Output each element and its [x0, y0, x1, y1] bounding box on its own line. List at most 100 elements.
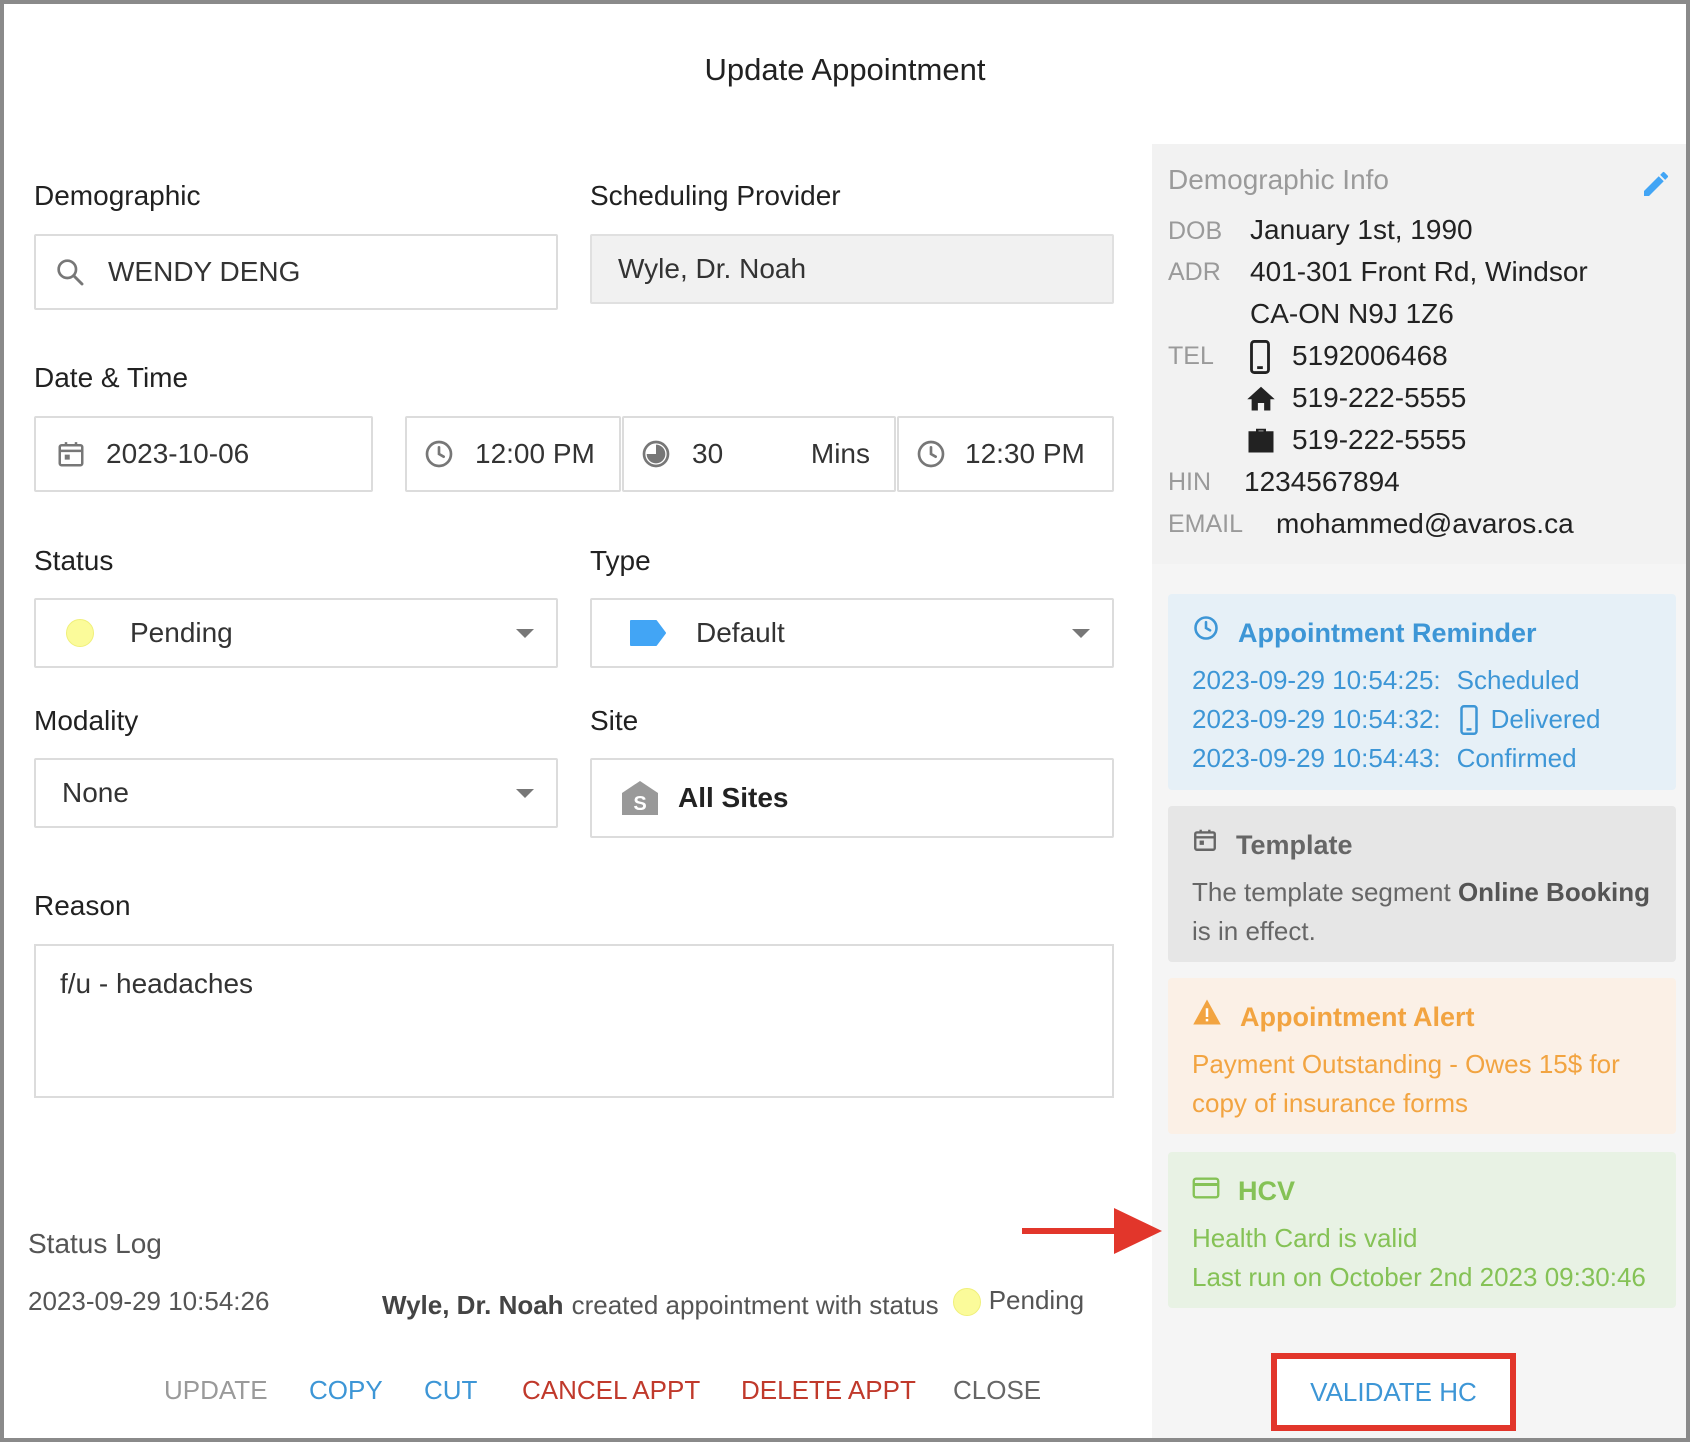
site-building-icon: S [620, 779, 660, 817]
scheduling-provider-value: Wyle, Dr. Noah [618, 253, 807, 284]
mobile-phone-icon [1248, 340, 1272, 379]
status-log-message: Wyle, Dr. Noah created appointment with … [382, 1285, 1084, 1321]
site-value: All Sites [678, 782, 789, 813]
reason-value: f/u - headaches [60, 968, 254, 999]
cancel-appt-button[interactable]: CANCEL APPT [522, 1375, 700, 1406]
credit-card-icon [1192, 1172, 1238, 1211]
adr-line1: 401-301 Front Rd, Windsor [1250, 256, 1588, 287]
type-value: Default [696, 617, 785, 648]
template-title: Template [1236, 830, 1353, 860]
chevron-down-icon [516, 629, 534, 638]
annotation-arrow-icon [1022, 1208, 1162, 1254]
validate-hc-button[interactable]: VALIDATE HC [1271, 1353, 1516, 1431]
status-select[interactable]: Pending [34, 598, 558, 668]
reason-label: Reason [34, 890, 131, 921]
status-log-status: Pending [988, 1285, 1085, 1315]
template-text-after: is in effect. [1192, 916, 1316, 946]
cut-button[interactable]: CUT [424, 1375, 477, 1406]
status-log-title: Status Log [28, 1228, 162, 1259]
site-label: Site [590, 705, 639, 736]
reminder-status: Delivered [1490, 704, 1601, 734]
email-key: EMAIL [1168, 510, 1244, 538]
delete-appt-button[interactable]: DELETE APPT [741, 1375, 916, 1406]
tel-work: 519-222-5555 [1292, 424, 1467, 455]
date-value: 2023-10-06 [106, 438, 250, 469]
home-icon [1246, 384, 1276, 417]
modality-select[interactable]: None [34, 758, 558, 828]
template-text: The template segment Online Booking is i… [1192, 873, 1652, 951]
status-value: Pending [130, 617, 233, 648]
dob-value: January 1st, 1990 [1250, 214, 1473, 245]
duration-input[interactable]: 30 Mins [622, 416, 896, 492]
tel-key: TEL [1168, 342, 1214, 370]
adr-line2: CA-ON N9J 1Z6 [1250, 298, 1454, 329]
hcv-title: HCV [1238, 1176, 1296, 1206]
tel-home: 519-222-5555 [1292, 382, 1467, 413]
dob-key: DOB [1168, 217, 1223, 245]
start-time-value: 12:00 PM [475, 438, 595, 469]
status-label: Status [34, 545, 114, 576]
reminder-time: 2023-09-29 10:54:25: [1192, 665, 1441, 695]
hin-value: 1234567894 [1244, 466, 1400, 497]
status-log-text: created appointment with status [571, 1290, 939, 1320]
hcv-card: HCV Health Card is valid Last run on Oct… [1168, 1152, 1676, 1308]
hin-key: HIN [1168, 468, 1212, 496]
alert-text: Payment Outstanding - Owes 15$ for copy … [1192, 1049, 1620, 1118]
date-input[interactable]: 2023-10-06 [34, 416, 373, 492]
tel-mobile: 5192006468 [1292, 340, 1448, 371]
reminder-entry: 2023-09-29 10:54:32: Delivered [1192, 700, 1652, 739]
calendar-icon [1192, 826, 1236, 865]
clock-icon [423, 438, 455, 470]
status-dot-icon [952, 1287, 981, 1316]
appointment-alert-card: Appointment Alert Payment Outstanding - … [1168, 978, 1676, 1134]
duration-value: 30 [692, 438, 724, 469]
copy-button[interactable]: COPY [309, 1375, 383, 1406]
site-select[interactable]: S All Sites [590, 758, 1114, 838]
clock-icon [1192, 614, 1238, 653]
status-log-actor: Wyle, Dr. Noah [382, 1290, 564, 1320]
start-time-input[interactable]: 12:00 PM [405, 416, 621, 492]
scheduling-provider-field: Wyle, Dr. Noah [590, 234, 1114, 304]
adr-key: ADR [1168, 258, 1221, 286]
scheduling-provider-label: Scheduling Provider [590, 180, 841, 211]
status-dot-icon [66, 619, 94, 647]
reminder-title: Appointment Reminder [1238, 618, 1537, 648]
end-time-input[interactable]: 12:30 PM [897, 416, 1114, 492]
dialog-title: Update Appointment [704, 52, 986, 87]
appointment-reminder-card: Appointment Reminder 2023-09-29 10:54:25… [1168, 594, 1676, 790]
date-time-label: Date & Time [34, 362, 189, 393]
template-text-before: The template segment [1192, 877, 1451, 907]
reminder-status: Scheduled [1456, 665, 1580, 695]
end-time-value: 12:30 PM [965, 438, 1085, 469]
demographic-value: WENDY DENG [108, 256, 301, 287]
duration-icon [640, 438, 672, 470]
chevron-down-icon [516, 789, 534, 798]
close-button[interactable]: CLOSE [953, 1375, 1041, 1406]
clock-icon [915, 438, 947, 470]
reminder-time: 2023-09-29 10:54:43: [1192, 743, 1441, 773]
briefcase-icon [1246, 426, 1276, 459]
chevron-down-icon [1072, 629, 1090, 638]
modality-value: None [62, 777, 129, 808]
template-segment: Online Booking [1457, 877, 1651, 907]
type-select[interactable]: Default [590, 598, 1114, 668]
update-button[interactable]: UPDATE [164, 1375, 268, 1406]
reminder-entry: 2023-09-29 10:54:25: Scheduled [1192, 661, 1652, 700]
type-label: Type [590, 545, 651, 576]
template-card: Template The template segment Online Boo… [1168, 806, 1676, 962]
hcv-line1: Health Card is valid [1192, 1223, 1418, 1253]
duration-unit: Mins [810, 438, 870, 469]
status-log-time: 2023-09-29 10:54:26 [28, 1286, 270, 1316]
hcv-line2: Last run on October 2nd 2023 09:30:46 [1192, 1262, 1646, 1292]
mobile-phone-icon [1459, 704, 1479, 735]
reminder-entry: 2023-09-29 10:54:43: Confirmed [1192, 739, 1652, 778]
demographic-info-title: Demographic Info [1168, 164, 1390, 195]
alert-title: Appointment Alert [1240, 1002, 1475, 1032]
demographic-search-input[interactable]: WENDY DENG [34, 234, 558, 310]
edit-pencil-icon[interactable] [1640, 168, 1672, 205]
demographic-label: Demographic [34, 180, 201, 211]
email-value: mohammed@avaros.ca [1276, 508, 1574, 539]
reminder-time: 2023-09-29 10:54:32: [1192, 704, 1441, 734]
reason-textarea[interactable]: f/u - headaches [34, 944, 1114, 1098]
calendar-icon [56, 438, 86, 470]
